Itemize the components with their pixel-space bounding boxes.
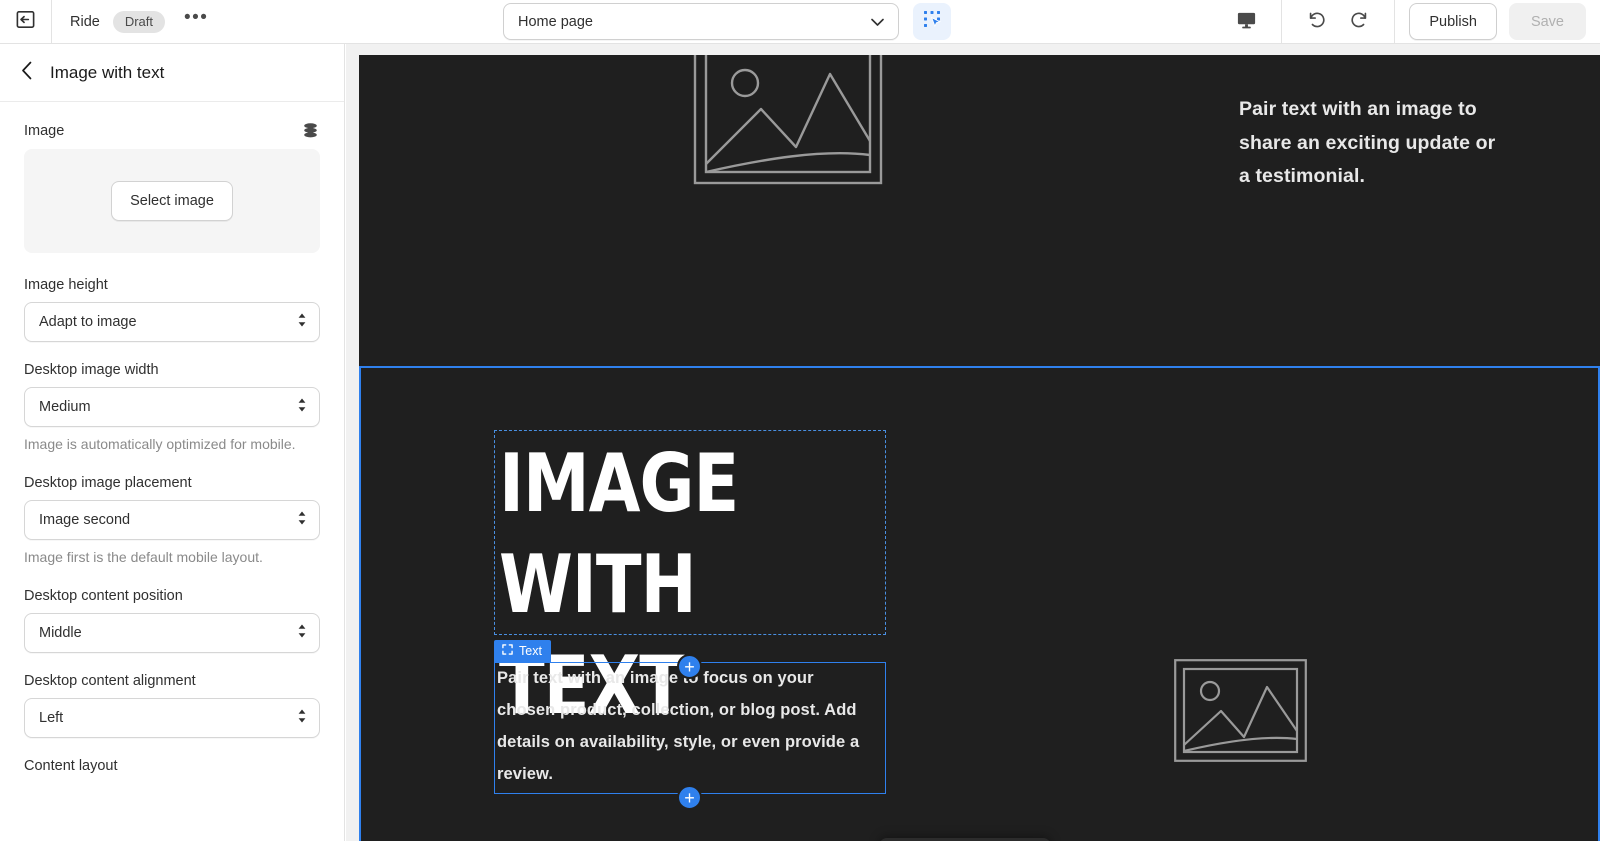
top-toolbar: Ride Draft ••• Home page Publish Save xyxy=(0,0,1600,44)
page-title: Image with text xyxy=(50,62,165,82)
undo-icon xyxy=(1306,8,1328,35)
heading-block[interactable]: IMAGE WITH TEXT xyxy=(494,430,886,732)
image-dropzone[interactable]: Select image xyxy=(24,149,320,253)
publish-button[interactable]: Publish xyxy=(1409,3,1497,40)
updown-arrows-icon xyxy=(297,708,307,728)
page-selector[interactable]: Home page xyxy=(503,3,899,40)
image-placeholder-icon xyxy=(1174,659,1307,767)
settings-sidebar: Image with text Image Select image Image… xyxy=(0,44,345,841)
sidebar-body: Image Select image Image height Adapt to… xyxy=(0,102,344,774)
field-image-height: Image height Adapt to image xyxy=(24,277,320,342)
paragraph-text: Pair text with an image to focus on your… xyxy=(497,669,860,783)
page-selector-group: Home page xyxy=(503,3,951,40)
select-image-button[interactable]: Select image xyxy=(111,181,233,221)
redo-button[interactable] xyxy=(1338,0,1380,43)
updown-arrows-icon xyxy=(297,623,307,643)
redo-icon xyxy=(1348,8,1370,35)
field-label: Image height xyxy=(24,277,108,293)
add-block-above-button[interactable]: + xyxy=(677,654,702,679)
upper-section-text: Pair text with an image to share an exci… xyxy=(1239,98,1496,188)
undo-button[interactable] xyxy=(1296,0,1338,43)
more-options-button[interactable]: ••• xyxy=(178,8,214,31)
block-frame-icon xyxy=(502,644,513,658)
toolbar-divider-1 xyxy=(1281,0,1283,43)
image-height-select[interactable]: Adapt to image xyxy=(24,302,320,342)
select-region-icon xyxy=(923,10,942,34)
preview-canvas: Pair text with an image to share an exci… xyxy=(346,44,1600,841)
updown-arrows-icon xyxy=(297,510,307,530)
desktop-image-placement-select[interactable]: Image second xyxy=(24,499,320,540)
field-label: Desktop image placement xyxy=(24,474,192,491)
updown-arrows-icon xyxy=(297,312,307,332)
field-label: Desktop content alignment xyxy=(24,672,196,689)
image-placeholder-icon xyxy=(693,55,883,190)
image-field-label: Image xyxy=(24,122,65,139)
store-name: Ride xyxy=(70,13,100,30)
status-badge: Draft xyxy=(112,10,165,33)
inspect-mode-button[interactable] xyxy=(913,3,951,40)
updown-arrows-icon xyxy=(297,397,307,417)
block-label-badge[interactable]: Text xyxy=(494,640,551,662)
field-desktop-image-placement: Desktop image placement Image second Ima… xyxy=(24,475,320,568)
text-block[interactable]: Pair text with an image to focus on your… xyxy=(494,662,886,794)
select-value: Image second xyxy=(39,511,131,528)
toolbar-divider-2 xyxy=(1394,0,1396,43)
store-info-group: Ride Draft ••• xyxy=(52,8,214,33)
field-help-text: Image is automatically optimized for mob… xyxy=(24,436,296,452)
chevron-down-icon xyxy=(871,14,884,30)
device-preview-button[interactable] xyxy=(1225,0,1267,43)
desktop-content-alignment-select[interactable]: Left xyxy=(24,697,320,738)
field-label-content-layout: Content layout xyxy=(24,757,118,774)
back-button[interactable] xyxy=(14,60,40,86)
desktop-content-position-select[interactable]: Middle xyxy=(24,612,320,653)
chevron-left-icon xyxy=(21,61,33,85)
top-actions-group: Publish Save xyxy=(1225,0,1600,43)
field-label: Desktop content position xyxy=(24,587,183,604)
desktop-image-width-select[interactable]: Medium xyxy=(24,387,320,427)
section-image-with-text-selected[interactable]: IMAGE WITH TEXT Text + Pair text with an… xyxy=(359,366,1600,841)
section-image-with-text-upper[interactable]: Pair text with an image to share an exci… xyxy=(359,55,1600,366)
field-desktop-content-alignment: Desktop content alignment Left xyxy=(24,673,320,738)
block-label-text: Text xyxy=(519,644,542,658)
field-label: Desktop image width xyxy=(24,362,159,378)
storefront-preview: Pair text with an image to share an exci… xyxy=(359,55,1600,841)
select-value: Middle xyxy=(39,624,82,641)
select-value: Left xyxy=(39,709,64,726)
field-desktop-image-width: Desktop image width Medium Image is auto… xyxy=(24,362,320,455)
field-help-text: Image first is the default mobile layout… xyxy=(24,548,263,565)
select-value: Medium xyxy=(39,399,91,415)
page-selector-value: Home page xyxy=(518,13,593,30)
exit-arrow-icon xyxy=(15,9,36,35)
field-desktop-content-position: Desktop content position Middle xyxy=(24,588,320,653)
dynamic-source-icon[interactable] xyxy=(301,121,320,140)
add-block-below-button[interactable]: + xyxy=(677,785,702,810)
desktop-icon xyxy=(1236,9,1257,35)
exit-editor-button[interactable] xyxy=(0,0,52,43)
image-field-header: Image xyxy=(24,121,320,140)
select-value: Adapt to image xyxy=(39,314,137,330)
sidebar-header: Image with text xyxy=(0,44,344,102)
save-button[interactable]: Save xyxy=(1508,3,1586,40)
